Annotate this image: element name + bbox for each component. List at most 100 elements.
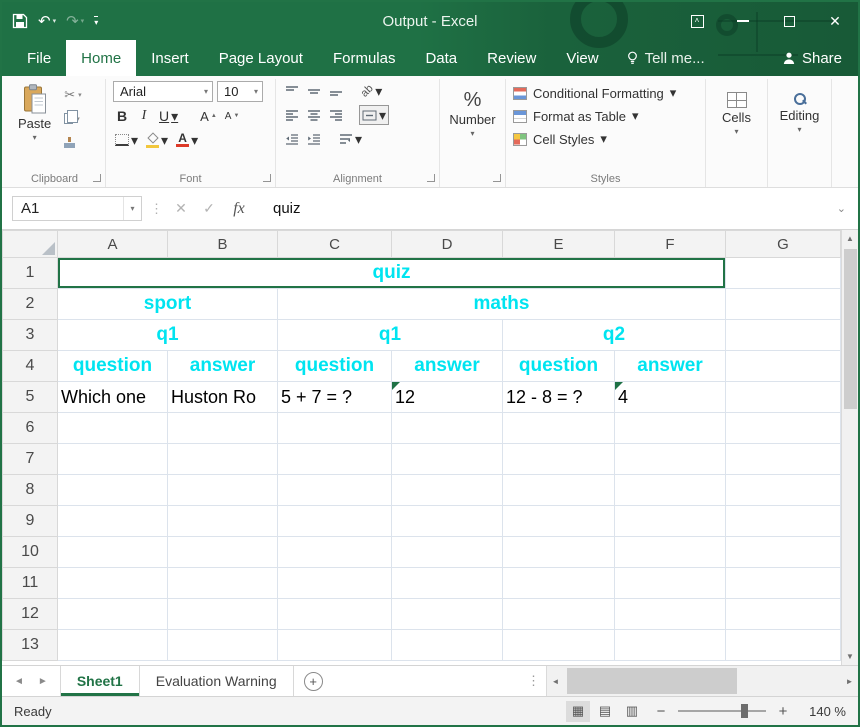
horizontal-scrollbar[interactable]: ◄ ► [546, 666, 858, 696]
cell-A5[interactable]: Which one [58, 382, 168, 413]
cell-F9[interactable] [615, 506, 726, 537]
align-right-button[interactable] [327, 105, 345, 125]
horizontal-scroll-track[interactable] [564, 666, 841, 696]
cell-F4[interactable]: answer [615, 351, 726, 382]
cell-F11[interactable] [615, 568, 726, 599]
row-header-5[interactable]: 5 [3, 382, 58, 413]
row-header-12[interactable]: 12 [3, 599, 58, 630]
cell-F5[interactable]: 4 [615, 382, 726, 413]
column-header-D[interactable]: D [392, 231, 503, 258]
cell-D6[interactable] [392, 413, 503, 444]
cell-C4[interactable]: question [278, 351, 392, 382]
column-header-A[interactable]: A [58, 231, 168, 258]
scroll-down-icon[interactable]: ▼ [842, 648, 858, 665]
alignment-dialog-launcher[interactable] [427, 174, 435, 182]
row-header-13[interactable]: 13 [3, 630, 58, 661]
clipboard-dialog-launcher[interactable] [93, 174, 101, 182]
cell-B9[interactable] [168, 506, 278, 537]
column-header-G[interactable]: G [726, 231, 841, 258]
cell-B8[interactable] [168, 475, 278, 506]
row-header-10[interactable]: 10 [3, 537, 58, 568]
cell-C5[interactable]: 5 + 7 = ? [278, 382, 392, 413]
row-header-2[interactable]: 2 [3, 289, 58, 320]
cell-E11[interactable] [503, 568, 615, 599]
cell-G1[interactable] [726, 258, 841, 289]
cell-A4[interactable]: question [58, 351, 168, 382]
cell-F13[interactable] [615, 630, 726, 661]
cell-A1[interactable]: quiz [58, 258, 726, 289]
tell-me-button[interactable]: Tell me... [614, 40, 717, 76]
new-sheet-button[interactable]: + [304, 672, 323, 691]
align-bottom-button[interactable] [327, 81, 345, 101]
orientation-button[interactable]: ab▾ [359, 81, 384, 101]
normal-view-button[interactable]: ▦ [566, 701, 590, 722]
align-top-button[interactable] [283, 81, 301, 101]
cell-G4[interactable] [726, 351, 841, 382]
cell-C11[interactable] [278, 568, 392, 599]
row-header-6[interactable]: 6 [3, 413, 58, 444]
align-left-button[interactable] [283, 105, 301, 125]
cell-B10[interactable] [168, 537, 278, 568]
tab-file[interactable]: File [12, 40, 66, 76]
font-name-combobox[interactable]: Arial▾ [113, 81, 213, 102]
cell-D7[interactable] [392, 444, 503, 475]
tab-data[interactable]: Data [410, 40, 472, 76]
share-button[interactable]: Share [782, 40, 842, 76]
cell-D12[interactable] [392, 599, 503, 630]
column-header-B[interactable]: B [168, 231, 278, 258]
cell-D8[interactable] [392, 475, 503, 506]
cell-F6[interactable] [615, 413, 726, 444]
increase-indent-button[interactable] [305, 129, 323, 149]
tab-formulas[interactable]: Formulas [318, 40, 411, 76]
scroll-right-icon[interactable]: ► [841, 666, 858, 696]
wrap-text-button[interactable]: ▾ [337, 129, 364, 149]
page-layout-view-button[interactable]: ▤ [593, 701, 617, 722]
cell-G6[interactable] [726, 413, 841, 444]
cell-B12[interactable] [168, 599, 278, 630]
zoom-slider[interactable] [678, 710, 766, 712]
cell-C10[interactable] [278, 537, 392, 568]
next-sheet-icon[interactable]: ► [38, 676, 48, 687]
row-header-4[interactable]: 4 [3, 351, 58, 382]
page-break-view-button[interactable]: ▥ [620, 701, 644, 722]
cell-F8[interactable] [615, 475, 726, 506]
cell-B6[interactable] [168, 413, 278, 444]
cell-C2[interactable]: maths [278, 289, 726, 320]
font-color-button[interactable]: A▾ [174, 130, 200, 150]
cell-C12[interactable] [278, 599, 392, 630]
fill-color-button[interactable]: ▾ [144, 130, 170, 150]
cell-A6[interactable] [58, 413, 168, 444]
tab-review[interactable]: Review [472, 40, 551, 76]
cell-G5[interactable] [726, 382, 841, 413]
cell-E8[interactable] [503, 475, 615, 506]
cell-C7[interactable] [278, 444, 392, 475]
row-header-7[interactable]: 7 [3, 444, 58, 475]
row-header-9[interactable]: 9 [3, 506, 58, 537]
cell-G2[interactable] [726, 289, 841, 320]
cell-G10[interactable] [726, 537, 841, 568]
tab-splitter-icon[interactable]: ⋮ [521, 673, 546, 689]
cell-G11[interactable] [726, 568, 841, 599]
shrink-font-button[interactable]: A▼ [223, 106, 242, 126]
align-center-button[interactable] [305, 105, 323, 125]
conditional-formatting-button[interactable]: Conditional Formatting ▾ [513, 85, 698, 101]
number-dialog-launcher[interactable] [493, 174, 501, 182]
previous-sheet-icon[interactable]: ◄ [14, 676, 24, 687]
cell-D4[interactable]: answer [392, 351, 503, 382]
cell-A9[interactable] [58, 506, 168, 537]
decrease-indent-button[interactable] [283, 129, 301, 149]
cell-E4[interactable]: question [503, 351, 615, 382]
cell-A11[interactable] [58, 568, 168, 599]
tab-view[interactable]: View [551, 40, 613, 76]
zoom-out-button[interactable]: − [654, 703, 668, 720]
cell-E3[interactable]: q2 [503, 320, 726, 351]
row-header-11[interactable]: 11 [3, 568, 58, 599]
zoom-slider-thumb[interactable] [741, 704, 748, 718]
cell-E6[interactable] [503, 413, 615, 444]
cell-F10[interactable] [615, 537, 726, 568]
cell-G12[interactable] [726, 599, 841, 630]
scroll-up-icon[interactable]: ▲ [842, 230, 858, 247]
row-header-8[interactable]: 8 [3, 475, 58, 506]
tab-insert[interactable]: Insert [136, 40, 204, 76]
cell-F7[interactable] [615, 444, 726, 475]
